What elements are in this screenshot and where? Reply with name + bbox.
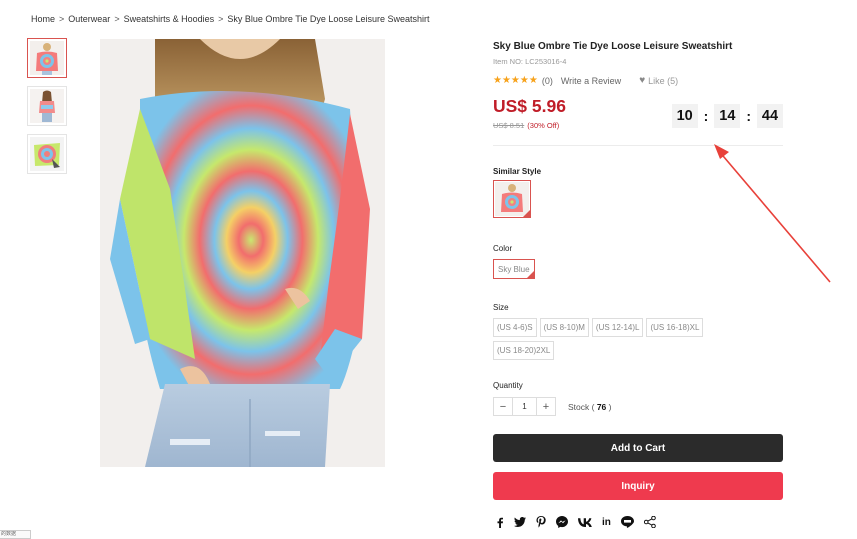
- breadcrumb-separator: >: [114, 14, 120, 24]
- like-count: Like (5): [648, 75, 679, 86]
- annotation-arrow: [714, 144, 831, 283]
- main-product-image[interactable]: [100, 39, 385, 467]
- quantity-stepper: − 1 + Stock ( 76 ): [493, 397, 612, 416]
- stock-info: Stock ( 76 ): [568, 402, 612, 412]
- breadcrumb: Home > Outerwear > Sweatshirts & Hoodies > Sky…: [31, 14, 429, 24]
- thumbnail-front-image: [30, 41, 64, 75]
- countdown-timer: 10 : 14 : 44: [671, 104, 783, 128]
- pinterest-icon[interactable]: [536, 516, 546, 528]
- size-label: Size: [493, 303, 509, 312]
- discount-label: (30% Off): [527, 121, 560, 130]
- size-options: (US 4-6)S (US 8-10)M (US 12-14)L (US 16-…: [493, 318, 728, 364]
- breadcrumb-home[interactable]: Home: [31, 14, 55, 24]
- size-option-xl[interactable]: (US 16-18)XL: [646, 318, 704, 337]
- thumbnail-back[interactable]: [27, 86, 67, 126]
- linkedin-icon[interactable]: in: [602, 517, 611, 528]
- size-option-2xl[interactable]: (US 18-20)2XL: [493, 341, 555, 360]
- share-icon[interactable]: [643, 516, 656, 528]
- line-icon[interactable]: [620, 516, 634, 528]
- corner-tag: 的数据: [0, 530, 31, 539]
- quantity-decrease-button[interactable]: −: [493, 397, 513, 416]
- thumbnail-flat[interactable]: [27, 134, 67, 174]
- item-number: Item NO: LC253016-4: [493, 57, 567, 66]
- countdown-hours: 10: [671, 104, 698, 128]
- inquiry-button[interactable]: Inquiry: [493, 472, 783, 500]
- twitter-icon[interactable]: [514, 517, 526, 527]
- product-title: Sky Blue Ombre Tie Dye Loose Leisure Swe…: [493, 41, 733, 52]
- color-option-sky-blue[interactable]: Sky Blue: [493, 259, 535, 279]
- size-option-m[interactable]: (US 8-10)M: [539, 318, 589, 337]
- thumbnail-front[interactable]: [27, 38, 67, 78]
- similar-style-label: Similar Style: [493, 167, 542, 176]
- thumbnail-flat-image: [30, 137, 64, 171]
- original-price: US$ 8.51: [493, 121, 525, 130]
- size-option-s[interactable]: (US 4-6)S: [493, 318, 537, 337]
- size-option-l[interactable]: (US 12-14)L: [591, 318, 644, 337]
- breadcrumb-current-product: Sky Blue Ombre Tie Dye Loose Leisure Swe…: [227, 14, 430, 24]
- vk-icon[interactable]: [578, 517, 592, 527]
- color-option-label: Sky Blue: [498, 264, 530, 274]
- quantity-label: Quantity: [493, 381, 523, 390]
- countdown-minutes: 14: [714, 104, 741, 128]
- stock-count: 76: [596, 401, 607, 412]
- stock-prefix: Stock (: [568, 401, 595, 412]
- write-review-link[interactable]: Write a Review: [561, 76, 621, 86]
- selected-corner-indicator: [523, 210, 530, 217]
- product-info: Sky Blue Ombre Tie Dye Loose Leisure Swe…: [493, 40, 783, 136]
- breadcrumb-outerwear[interactable]: Outerwear: [68, 14, 110, 24]
- rating-stars: ★★★★★: [493, 75, 538, 86]
- like-button[interactable]: ♥ Like (5): [639, 75, 678, 86]
- add-to-cart-button[interactable]: Add to Cart: [493, 434, 783, 462]
- selected-corner-indicator: [526, 271, 534, 278]
- share-bar: in: [496, 516, 666, 528]
- countdown-seconds: 44: [757, 104, 783, 128]
- color-label: Color: [493, 244, 513, 253]
- countdown-separator: :: [746, 108, 751, 124]
- facebook-icon[interactable]: [496, 517, 504, 528]
- thumbnail-back-image: [30, 89, 64, 123]
- review-count: (0): [541, 75, 553, 86]
- breadcrumb-separator: >: [218, 14, 224, 24]
- heart-icon: ♥: [639, 75, 646, 86]
- quantity-increase-button[interactable]: +: [536, 397, 556, 416]
- breadcrumb-separator: >: [59, 14, 65, 24]
- price-block: US$ 5.96 US$ 8.51 (30% Off) 10 : 14 : 44: [493, 96, 783, 136]
- model-photo: [100, 39, 385, 467]
- breadcrumb-sweatshirts-hoodies[interactable]: Sweatshirts & Hoodies: [124, 14, 215, 24]
- similar-style-option[interactable]: [493, 180, 531, 218]
- stock-suffix: ): [608, 401, 612, 412]
- review-row: ★★★★★ (0) Write a Review ♥ Like (5): [493, 75, 783, 86]
- messenger-icon[interactable]: [556, 516, 568, 528]
- thumbnail-gallery: [27, 38, 67, 182]
- quantity-input[interactable]: 1: [513, 397, 536, 416]
- countdown-separator: :: [703, 108, 709, 124]
